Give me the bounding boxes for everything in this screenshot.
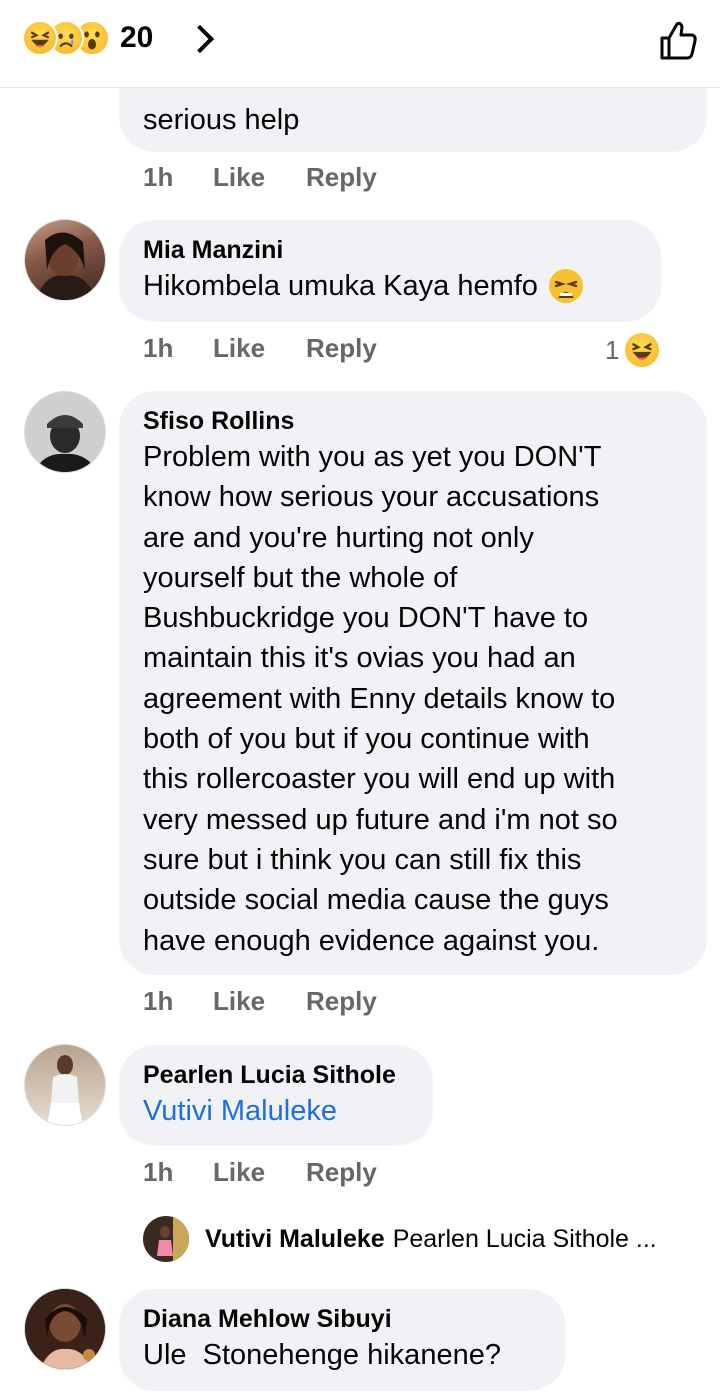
comment-bubble[interactable]: Sfiso Rollins Problem with you as yet yo… (119, 391, 707, 975)
comment-text: Ule Stonehenge hikanene? (143, 1339, 501, 1371)
tired-face-emoji-icon (548, 269, 583, 304)
reactions-header: 20 (0, 0, 720, 88)
reply-link[interactable]: Reply (306, 333, 377, 364)
comment-actions: 1h Like Reply (143, 986, 377, 1017)
avatar[interactable] (24, 1044, 106, 1126)
comment-time[interactable]: 1h (143, 333, 213, 364)
comment-text: Problem with you as yet you DON'T know h… (143, 441, 618, 957)
comment-text: serious help (143, 104, 300, 136)
haha-emoji-icon (22, 20, 58, 56)
like-link[interactable]: Like (213, 162, 306, 193)
comment-actions: 1h Like Reply (143, 162, 377, 193)
comment-author[interactable]: Diana Mehlow Sibuyi (143, 1303, 541, 1335)
like-link[interactable]: Like (213, 333, 306, 364)
reply-link[interactable]: Reply (306, 986, 377, 1017)
avatar[interactable] (24, 391, 106, 473)
comment-author[interactable]: Pearlen Lucia Sithole (143, 1059, 409, 1091)
comment-actions: 1h Like Reply (143, 1157, 377, 1188)
haha-emoji-icon (625, 333, 660, 367)
thumbs-up-outline-icon[interactable] (654, 16, 702, 64)
reaction-count: 1 (605, 334, 620, 365)
comment-bubble[interactable]: Mia Manzini Hikombela umuka Kaya hemfo (119, 220, 661, 322)
comment-author[interactable]: Mia Manzini (143, 234, 637, 266)
avatar[interactable] (24, 219, 106, 301)
comment-time[interactable]: 1h (143, 162, 213, 193)
comment-bubble[interactable]: Pearlen Lucia Sithole Vutivi Maluleke (119, 1045, 433, 1146)
reply-text: Pearlen Lucia Sithole ... (392, 1224, 657, 1253)
comment-text: Hikombela umuka Kaya hemfo (143, 270, 538, 302)
reply-preview[interactable]: Vutivi Maluleke Pearlen Lucia Sithole ..… (143, 1216, 657, 1262)
avatar (143, 1216, 189, 1262)
comment-author[interactable]: Sfiso Rollins (143, 405, 683, 437)
reply-link[interactable]: Reply (306, 162, 377, 193)
reply-link[interactable]: Reply (306, 1157, 377, 1188)
avatar[interactable] (24, 1288, 106, 1370)
chevron-right-icon[interactable] (185, 24, 215, 54)
reactions-summary[interactable]: 20 (22, 20, 153, 56)
comment-time[interactable]: 1h (143, 1157, 213, 1188)
mention-link[interactable]: Vutivi Maluleke (143, 1091, 409, 1131)
reply-author[interactable]: Vutivi Maluleke (205, 1225, 385, 1254)
comment-reaction-count[interactable]: 1 (605, 333, 660, 367)
like-link[interactable]: Like (213, 986, 306, 1017)
comment-time[interactable]: 1h (143, 986, 213, 1017)
comment-actions: 1h Like Reply (143, 333, 377, 364)
comment-bubble[interactable]: Diana Mehlow Sibuyi Ule Stonehenge hikan… (119, 1289, 565, 1391)
like-link[interactable]: Like (213, 1157, 306, 1188)
reaction-count: 20 (120, 21, 154, 54)
